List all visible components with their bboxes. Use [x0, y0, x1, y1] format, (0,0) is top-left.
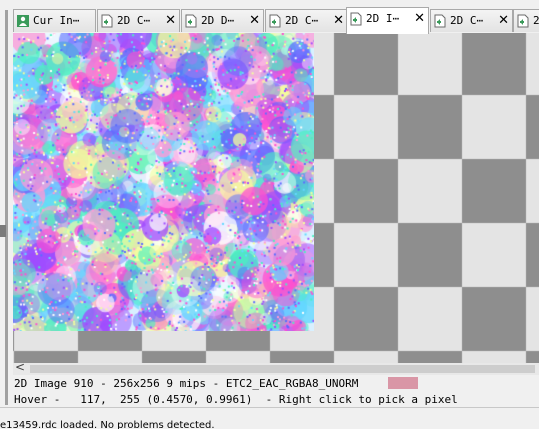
texture-tab-icon	[101, 14, 113, 28]
close-tab-icon[interactable]: ✕	[165, 10, 176, 32]
splitter-bar[interactable]	[5, 10, 8, 405]
tab-bar: Cur In⋯ 2D C⋯ ✕ 2D D⋯ ✕ 2D C⋯ ✕ 2D I⋯ ✕ 2D C⋯ ✕ 2D	[13, 7, 539, 34]
user-icon	[17, 15, 29, 27]
close-tab-icon[interactable]: ✕	[498, 10, 509, 32]
texture-info-text: 2D Image 910 - 256x256 9 mips - ETC2_EAC…	[14, 377, 359, 390]
tab-2[interactable]: 2D C⋯ ✕	[97, 9, 180, 32]
pixel-color-swatch	[388, 377, 418, 389]
tab-3[interactable]: 2D D⋯ ✕	[181, 9, 264, 32]
close-tab-icon[interactable]: ✕	[414, 8, 425, 30]
texture-viewer-window: Cur In⋯2D C⋯✕2D D⋯✕2D C⋯✕2D I⋯✕2D C⋯✕2D …	[0, 0, 539, 429]
tab-label: 2D C⋯	[285, 14, 319, 27]
tab-5[interactable]: 2D I⋯ ✕	[346, 7, 429, 34]
texture-tab-icon	[185, 14, 197, 28]
tab-label: 2D D⋯	[201, 14, 235, 27]
tab-1[interactable]: Cur In⋯	[13, 9, 96, 32]
texture-tab-icon	[517, 14, 529, 28]
tab-6[interactable]: 2D C⋯ ✕	[430, 9, 513, 32]
texture-tab-icon	[350, 12, 362, 26]
tab-label: 2D C⋯	[450, 14, 484, 27]
status-bar: e13459.rdc loaded. No problems detected.	[0, 407, 539, 429]
texture-tab-icon	[269, 14, 281, 28]
hover-info-text: Hover - 117, 255 (0.4570, 0.9961) - Righ…	[14, 393, 458, 406]
horizontal-scrollbar[interactable]: <	[13, 360, 539, 375]
tab-4[interactable]: 2D C⋯ ✕	[265, 9, 348, 32]
tab-label: 2D I⋯	[366, 12, 400, 25]
status-bar-message: e13459.rdc loaded. No problems detected.	[0, 420, 215, 429]
close-tab-icon[interactable]: ✕	[249, 10, 260, 32]
tab-label: 2D C⋯	[117, 14, 151, 27]
tab-7[interactable]: 2D	[513, 9, 539, 32]
texture-tab-icon	[434, 14, 446, 28]
scrollbar-thumb[interactable]	[30, 365, 535, 373]
scroll-left-arrow-icon[interactable]: <	[15, 360, 25, 374]
splitter-handle[interactable]	[0, 225, 6, 237]
texture-viewport[interactable]	[13, 33, 539, 363]
tab-label: Cur In⋯	[33, 14, 80, 27]
left-dock-gutter	[0, 0, 13, 420]
tab-label: 2D	[533, 14, 539, 27]
texture-image[interactable]	[13, 33, 314, 331]
close-tab-icon[interactable]: ✕	[333, 10, 344, 32]
